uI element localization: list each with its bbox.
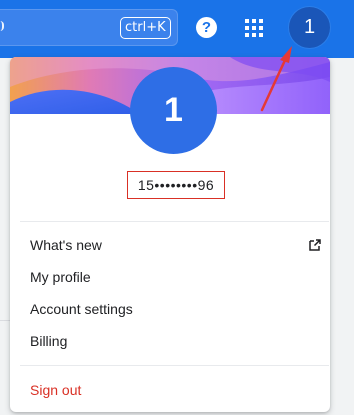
menu-item-account-settings[interactable]: Account settings <box>30 293 320 325</box>
menu-item-label: My profile <box>30 269 91 285</box>
account-id: 15••••••••96 <box>137 177 215 193</box>
top-header: ctrl+K ? 1 <box>0 0 354 58</box>
apps-grid-icon[interactable] <box>245 19 263 37</box>
menu-item-label: What's new <box>30 237 102 253</box>
menu-item-label: Account settings <box>30 301 133 317</box>
account-id-highlight: 15••••••••96 <box>127 171 225 199</box>
search-caret <box>0 21 4 31</box>
annotation-arrow <box>260 46 292 112</box>
menu-item-billing[interactable]: Billing <box>30 325 320 357</box>
menu-item-my-profile[interactable]: My profile <box>30 261 320 293</box>
menu-item-label: Billing <box>30 333 68 349</box>
search-shortcut-badge: ctrl+K <box>120 17 171 39</box>
search-input[interactable]: ctrl+K <box>0 9 178 46</box>
account-avatar: 1 <box>130 67 217 154</box>
sign-out-button[interactable]: Sign out <box>30 374 320 406</box>
help-button[interactable]: ? <box>196 17 217 38</box>
sign-out-label: Sign out <box>30 382 82 398</box>
background-divider <box>0 320 10 321</box>
menu-divider <box>20 365 329 366</box>
open-in-new-icon <box>309 239 321 251</box>
menu-item-whats-new[interactable]: What's new <box>30 229 321 261</box>
help-icon: ? <box>201 19 212 36</box>
menu-divider <box>20 221 329 222</box>
